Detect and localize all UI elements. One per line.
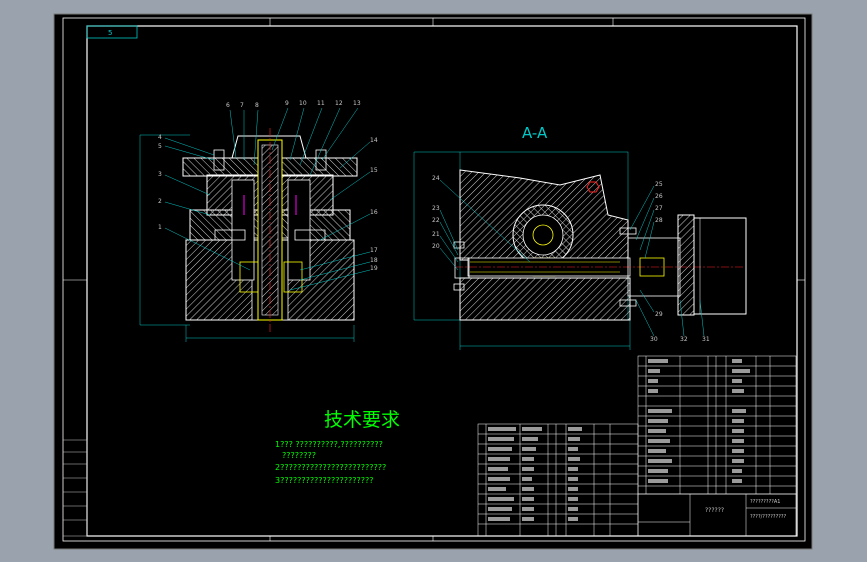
balloon-2: 2 [158,198,162,205]
balloon-9: 9 [285,100,289,107]
balloon-18: 18 [370,257,378,264]
tech-req-line-4: 3?????????????????????? [275,476,374,485]
balloon-28: 28 [655,217,663,224]
tech-req-line-3: 2????????????????????????? [275,463,386,472]
balloon-4: 4 [158,134,162,141]
tech-req-line-1: 1??? ??????????,?????????? [275,440,383,449]
view-title: A-A [522,124,548,142]
balloon-15: 15 [370,167,378,174]
balloon-32: 32 [680,336,688,343]
balloon-12: 12 [335,100,343,107]
title-block-text-1: ?????????A1 [750,499,781,505]
cad-drawing: 5 6 7 8 9 10 11 12 13 14 15 16 17 18 19 … [53,13,813,550]
balloon-1: 1 [158,224,162,231]
balloon-20: 20 [432,243,440,250]
balloon-11: 11 [317,100,325,107]
balloon-5: 5 [158,143,162,150]
corner-label-text: 5 [108,29,112,37]
balloon-7: 7 [240,102,244,109]
title-block-text-2: ?????? [705,507,724,514]
balloon-25: 25 [655,181,663,188]
balloon-3: 3 [158,171,162,178]
balloon-30: 30 [650,336,658,343]
balloon-31: 31 [702,336,710,343]
balloon-13: 13 [353,100,361,107]
balloon-22: 22 [432,217,440,224]
balloon-6: 6 [226,102,230,109]
balloon-14: 14 [370,137,378,144]
balloon-16: 16 [370,209,378,216]
drawing-paper [53,13,813,550]
title-block-text-3: ????/????????? [750,514,787,520]
balloon-26: 26 [655,193,663,200]
balloon-24: 24 [432,175,440,182]
balloon-27: 27 [655,205,663,212]
balloon-23: 23 [432,205,440,212]
balloon-10: 10 [299,100,307,107]
balloon-17: 17 [370,247,378,254]
balloon-19: 19 [370,265,378,272]
tech-req-heading: 技术要求 [324,409,400,431]
balloon-21: 21 [432,231,440,238]
tech-req-line-2: ???????? [282,451,316,460]
balloon-8: 8 [255,102,259,109]
balloon-29: 29 [655,311,663,318]
